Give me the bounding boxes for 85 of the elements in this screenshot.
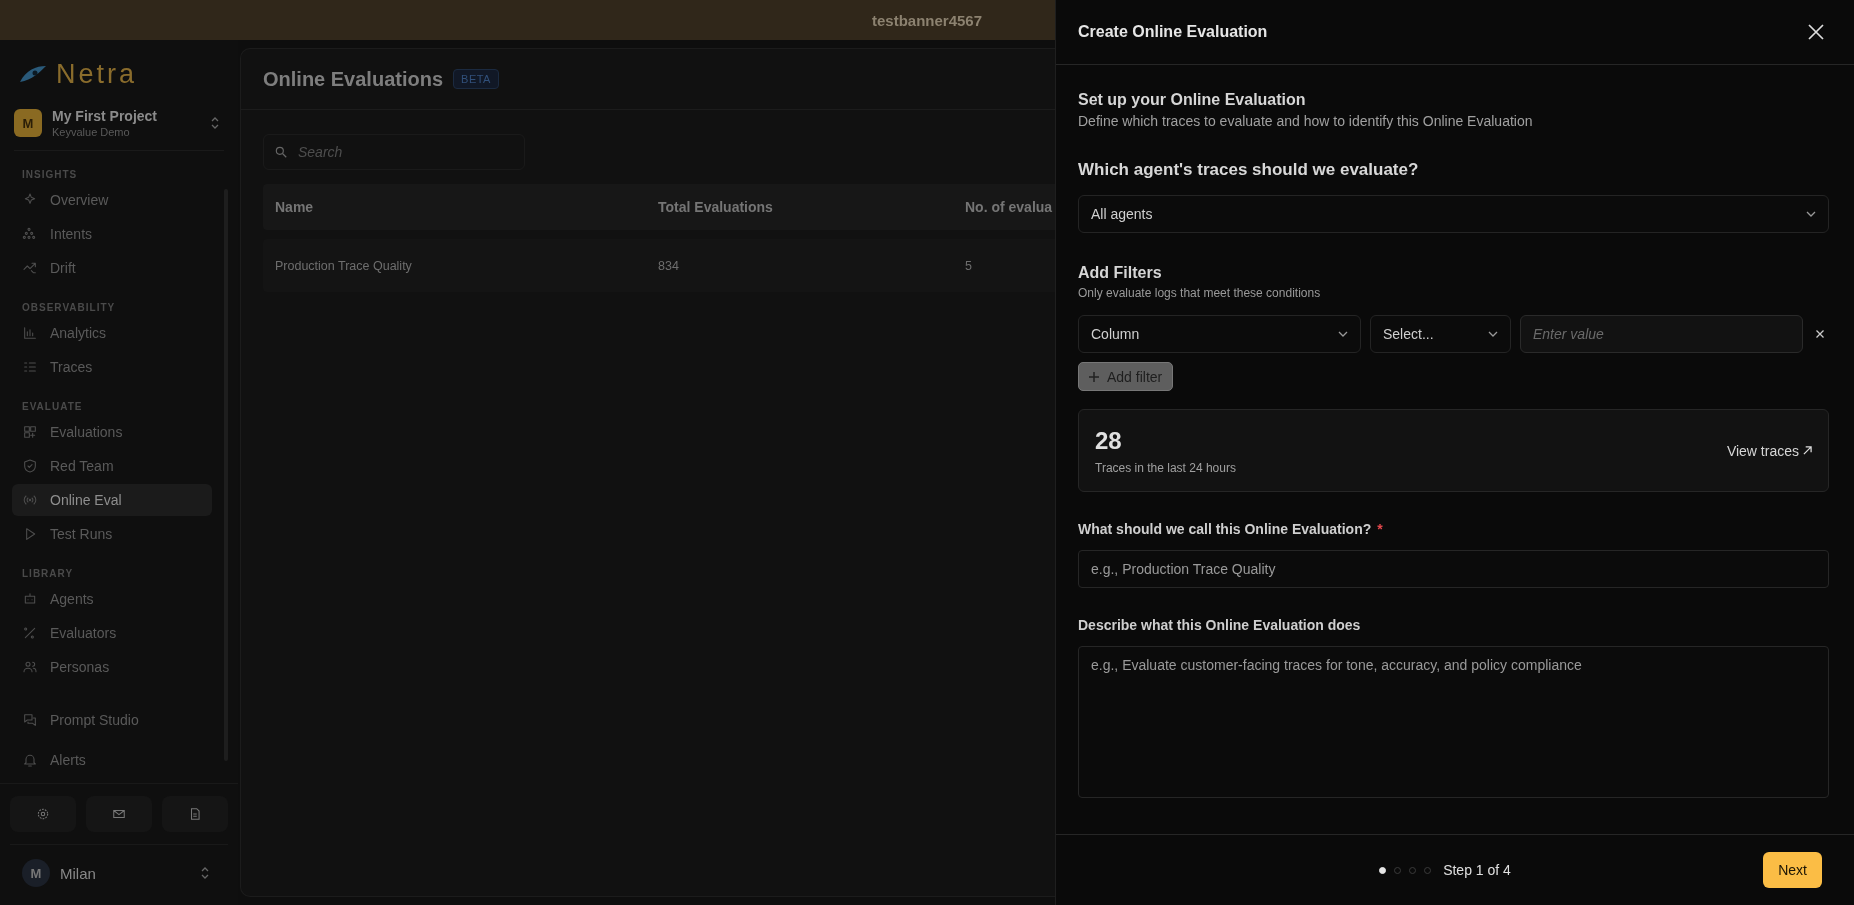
section-heading: INSIGHTS bbox=[21, 168, 79, 182]
nav-item[interactable]: Evaluators bbox=[12, 617, 212, 649]
percent-icon bbox=[22, 625, 38, 641]
project-avatar: M bbox=[14, 109, 42, 137]
document-icon bbox=[188, 807, 202, 821]
document-button[interactable] bbox=[162, 796, 228, 832]
eye-logo-icon bbox=[18, 64, 48, 84]
required-mark: * bbox=[1377, 521, 1383, 537]
agent-select[interactable]: All agents bbox=[1078, 195, 1829, 233]
table-cell-text: 834 bbox=[658, 258, 680, 273]
section-heading: OBSERVABILITY bbox=[21, 301, 117, 315]
settings-button[interactable] bbox=[10, 796, 76, 832]
value-field[interactable]: Enter value bbox=[1520, 315, 1803, 353]
chevron-up-down-icon bbox=[210, 116, 220, 130]
drawer-title: Create Online Evaluation bbox=[1078, 23, 1268, 41]
mail-button[interactable] bbox=[86, 796, 152, 832]
section-description: Define which traces to evaluate and how to identify this Online Evaluation bbox=[1078, 113, 1533, 129]
field-label: Describe what this Online Evaluation does bbox=[1078, 617, 1361, 633]
mail-icon bbox=[112, 807, 126, 821]
operator-select[interactable]: Select... bbox=[1370, 315, 1511, 353]
nav-item[interactable]: Prompt Studio bbox=[12, 701, 212, 739]
question-label: Which agent's traces should we evaluate? bbox=[1078, 160, 1419, 180]
project-subtitle: Keyvalue Demo bbox=[52, 126, 131, 138]
section-heading: LIBRARY bbox=[21, 567, 75, 581]
nav-item[interactable]: Drift bbox=[12, 252, 212, 284]
close-icon bbox=[1816, 330, 1824, 338]
nav-item[interactable]: Online Eval bbox=[12, 484, 212, 516]
plus-icon bbox=[1089, 371, 1099, 382]
user-menu[interactable]: M Milan bbox=[10, 844, 228, 905]
dots-icon bbox=[22, 226, 38, 242]
page-title: Online Evaluations bbox=[263, 67, 444, 91]
nav-item[interactable]: Evaluations bbox=[12, 416, 212, 448]
column-select[interactable]: Column bbox=[1078, 315, 1361, 353]
user-avatar: M bbox=[22, 859, 50, 887]
nav-item[interactable]: Agents bbox=[12, 583, 212, 615]
filters-title: Add Filters bbox=[1078, 264, 1162, 282]
step-label: Step 1 of 4 bbox=[1443, 862, 1511, 878]
description-field[interactable]: e.g., Evaluate customer-facing traces for tone, accuracy, and policy compliance bbox=[1078, 646, 1829, 798]
close-icon bbox=[1808, 24, 1824, 40]
chevron-up-down-icon bbox=[200, 866, 210, 880]
nav-item[interactable]: Test Runs bbox=[12, 518, 212, 550]
filters-subtitle: Only evaluate logs that meet these conditions bbox=[1078, 286, 1321, 300]
section-heading: EVALUATE bbox=[21, 400, 84, 414]
beta-badge: BETA bbox=[453, 69, 499, 89]
traces-count: 28 bbox=[1095, 426, 1123, 455]
logo-text: Netra bbox=[56, 58, 138, 90]
robot-icon bbox=[22, 591, 38, 607]
chevron-down-icon bbox=[1806, 211, 1816, 217]
next-button[interactable]: Next bbox=[1763, 852, 1822, 888]
column-header: No. of evalua bbox=[965, 199, 1053, 215]
project-switcher[interactable]: M My First Project Keyvalue Demo bbox=[14, 108, 224, 151]
chat-icon bbox=[22, 712, 38, 728]
arrow-up-right-icon bbox=[1803, 446, 1812, 455]
project-name: My First Project bbox=[52, 108, 159, 124]
field-label: What should we call this Online Evaluation? bbox=[1078, 521, 1372, 537]
column-header: Total Evaluations bbox=[658, 199, 774, 215]
nav-item[interactable]: Personas bbox=[12, 651, 212, 683]
search-field[interactable]: Search bbox=[263, 134, 525, 170]
bell-icon bbox=[22, 752, 38, 768]
nav-item[interactable]: Red Team bbox=[12, 450, 212, 482]
traces-caption: Traces in the last 24 hours bbox=[1095, 460, 1236, 475]
chevron-down-icon bbox=[1488, 331, 1498, 337]
search-icon bbox=[274, 145, 288, 159]
remove-filter-button[interactable] bbox=[1814, 328, 1826, 340]
banner-text: testbanner4567 bbox=[872, 11, 983, 29]
bar-chart-icon bbox=[22, 325, 38, 341]
list-icon bbox=[22, 359, 38, 375]
nav-item[interactable]: Traces bbox=[12, 351, 212, 383]
grid-plus-icon bbox=[22, 424, 38, 440]
nav-item[interactable]: Intents bbox=[12, 218, 212, 250]
chevron-down-icon bbox=[1338, 331, 1348, 337]
column-header: Name bbox=[274, 199, 315, 215]
nav-item[interactable]: Alerts bbox=[12, 741, 212, 779]
shield-icon bbox=[22, 458, 38, 474]
name-field[interactable]: e.g., Production Trace Quality bbox=[1078, 550, 1829, 588]
section-title: Set up your Online Evaluation bbox=[1078, 91, 1306, 109]
view-traces-link[interactable]: View traces bbox=[1726, 442, 1812, 459]
add-filter-button[interactable]: Add filter bbox=[1078, 362, 1174, 391]
trend-icon bbox=[22, 260, 38, 276]
nav-item[interactable]: Overview bbox=[12, 184, 212, 216]
settings-icon bbox=[36, 807, 50, 821]
table-cell: 5 bbox=[965, 258, 972, 273]
table-cell-text: Production Trace Quality bbox=[274, 258, 413, 273]
nav-item[interactable]: Analytics bbox=[12, 317, 212, 349]
people-icon bbox=[22, 659, 38, 675]
